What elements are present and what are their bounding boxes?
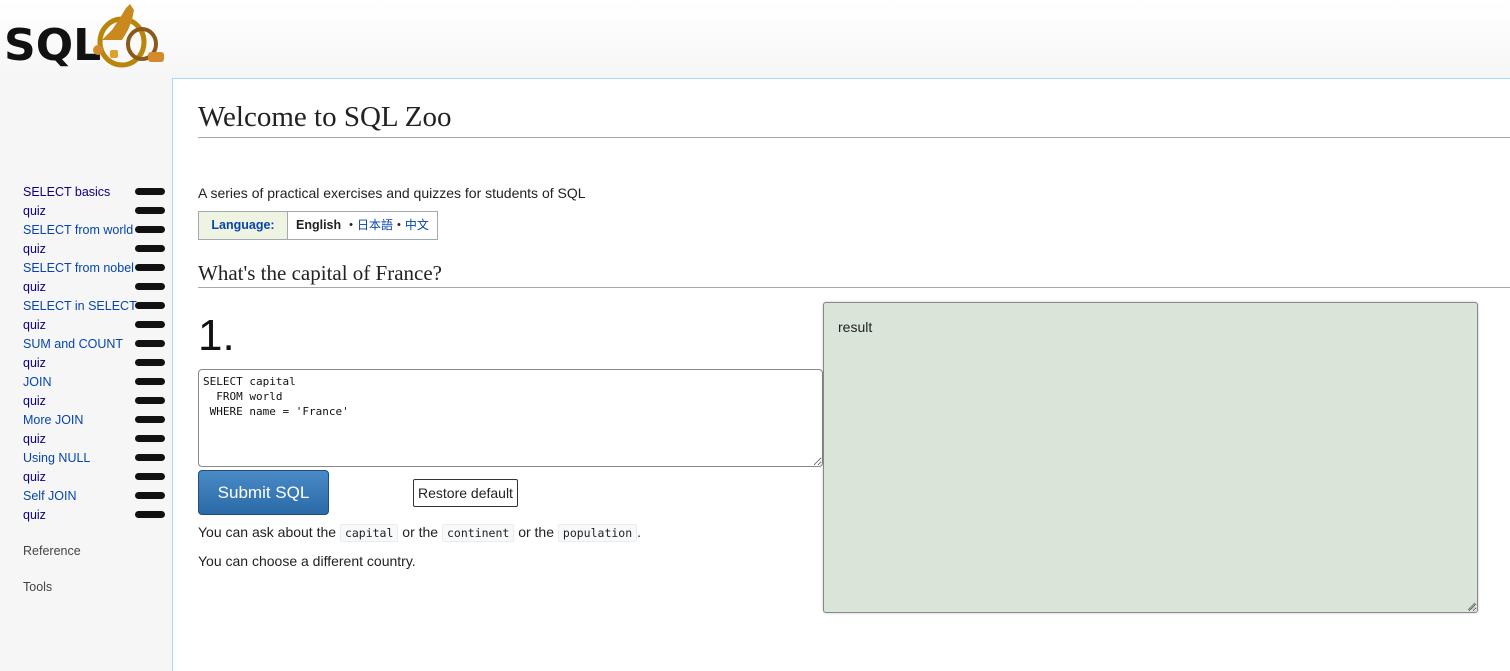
progress-indicator bbox=[135, 283, 165, 290]
sidebar-item-label[interactable]: SELECT from nobel bbox=[23, 261, 134, 275]
progress-indicator bbox=[135, 226, 165, 233]
sidebar-item[interactable]: quiz bbox=[23, 506, 165, 525]
question-heading: What's the capital of France? bbox=[198, 259, 1510, 288]
question-number: 1. bbox=[198, 311, 235, 360]
language-separator: • bbox=[397, 219, 401, 231]
progress-indicator bbox=[135, 454, 165, 461]
language-option-japanese[interactable]: 日本語 bbox=[357, 213, 393, 238]
progress-indicator bbox=[135, 321, 165, 328]
sidebar-item-label[interactable]: SELECT basics bbox=[23, 185, 110, 199]
sidebar-item[interactable]: quiz bbox=[23, 240, 165, 259]
reference-link[interactable]: Reference bbox=[23, 544, 81, 558]
language-separator: • bbox=[349, 219, 354, 231]
main-content: Welcome to SQL Zoo A series of practical… bbox=[172, 78, 1510, 671]
result-label: result bbox=[838, 319, 873, 335]
progress-indicator bbox=[135, 264, 165, 271]
sidebar-item[interactable]: SELECT basics bbox=[23, 183, 165, 202]
progress-indicator bbox=[135, 378, 165, 385]
sidebar-item-label[interactable]: quiz bbox=[23, 432, 46, 446]
sidebar-item-label[interactable]: SELECT in SELECT bbox=[23, 299, 137, 313]
sql-editor[interactable] bbox=[198, 369, 823, 467]
sidebar-item-label[interactable]: More JOIN bbox=[23, 413, 83, 427]
sidebar: SELECT basics quiz SELECT from world qui… bbox=[0, 78, 172, 671]
progress-indicator bbox=[135, 492, 165, 499]
sidebar-item[interactable]: JOIN bbox=[23, 373, 165, 392]
progress-indicator bbox=[135, 416, 165, 423]
language-current: English bbox=[296, 218, 342, 232]
sidebar-item-label[interactable]: Self JOIN bbox=[23, 489, 77, 503]
sidebar-item-label[interactable]: SELECT from world bbox=[23, 223, 133, 237]
sidebar-item[interactable]: More JOIN bbox=[23, 411, 165, 430]
sidebar-item[interactable]: quiz bbox=[23, 430, 165, 449]
tools-link[interactable]: Tools bbox=[23, 580, 52, 594]
sidebar-item[interactable]: SELECT in SELECT bbox=[23, 297, 165, 316]
result-panel[interactable]: result bbox=[823, 302, 1478, 613]
sidebar-item-label[interactable]: SUM and COUNT bbox=[23, 337, 123, 351]
progress-indicator bbox=[135, 473, 165, 480]
sidebar-item[interactable]: quiz bbox=[23, 392, 165, 411]
hint-text: You can ask about the bbox=[198, 524, 337, 540]
sidebar-item[interactable]: SELECT from nobel bbox=[23, 259, 165, 278]
hint-code-population: population bbox=[557, 524, 638, 542]
progress-indicator bbox=[135, 397, 165, 404]
sidebar-item-label[interactable]: quiz bbox=[23, 394, 46, 408]
resize-grip-icon[interactable] bbox=[1467, 602, 1475, 610]
sidebar-item-label[interactable]: quiz bbox=[23, 470, 46, 484]
tutorial-nav-list: SELECT basics quiz SELECT from world qui… bbox=[23, 183, 165, 525]
progress-indicator bbox=[135, 302, 165, 309]
restore-default-button[interactable]: Restore default bbox=[413, 479, 518, 507]
sidebar-item-label[interactable]: quiz bbox=[23, 204, 46, 218]
progress-indicator bbox=[135, 359, 165, 366]
language-options: English • 日本語 • 中文 bbox=[288, 212, 437, 239]
progress-indicator bbox=[135, 435, 165, 442]
sidebar-item[interactable]: Self JOIN bbox=[23, 487, 165, 506]
sidebar-item-label[interactable]: quiz bbox=[23, 318, 46, 332]
sidebar-item[interactable]: SUM and COUNT bbox=[23, 335, 165, 354]
sidebar-item[interactable]: Using NULL bbox=[23, 449, 165, 468]
sidebar-item[interactable]: quiz bbox=[23, 202, 165, 221]
sidebar-item[interactable]: quiz bbox=[23, 468, 165, 487]
hint-columns: You can ask about the capital or the con… bbox=[198, 522, 641, 543]
page-title: Welcome to SQL Zoo bbox=[198, 97, 1510, 138]
sqlzoo-logo[interactable]: SQL bbox=[2, 0, 168, 70]
svg-text:SQL: SQL bbox=[4, 20, 101, 70]
language-selector: Language: English • 日本語 • 中文 bbox=[198, 211, 438, 240]
sidebar-item[interactable]: quiz bbox=[23, 316, 165, 335]
hint-text: . bbox=[637, 524, 642, 540]
language-label: Language: bbox=[199, 212, 288, 239]
submit-sql-button[interactable]: Submit SQL bbox=[198, 470, 329, 515]
hint-country: You can choose a different country. bbox=[198, 551, 416, 571]
sidebar-item-label[interactable]: quiz bbox=[23, 242, 46, 256]
hint-code-continent: continent bbox=[442, 524, 515, 542]
hint-text: or the bbox=[518, 524, 555, 540]
hint-text: or the bbox=[402, 524, 439, 540]
sidebar-item[interactable]: quiz bbox=[23, 354, 165, 373]
progress-indicator bbox=[135, 511, 165, 518]
hint-code-capital: capital bbox=[339, 524, 399, 542]
sidebar-item[interactable]: SELECT from world bbox=[23, 221, 165, 240]
sidebar-item-label[interactable]: quiz bbox=[23, 508, 46, 522]
sidebar-item-label[interactable]: JOIN bbox=[23, 375, 51, 389]
header: SQL bbox=[0, 0, 1510, 78]
sidebar-item-label[interactable]: quiz bbox=[23, 356, 46, 370]
language-option-chinese[interactable]: 中文 bbox=[405, 213, 429, 238]
progress-indicator bbox=[135, 207, 165, 214]
sidebar-item[interactable]: quiz bbox=[23, 278, 165, 297]
page-subtitle: A series of practical exercises and quiz… bbox=[198, 185, 586, 201]
sidebar-item-label[interactable]: Using NULL bbox=[23, 451, 90, 465]
progress-indicator bbox=[135, 340, 165, 347]
progress-indicator bbox=[135, 245, 165, 252]
sidebar-item-label[interactable]: quiz bbox=[23, 280, 46, 294]
progress-indicator bbox=[135, 188, 165, 195]
hint-country-text[interactable]: You can choose a different country. bbox=[198, 553, 416, 569]
